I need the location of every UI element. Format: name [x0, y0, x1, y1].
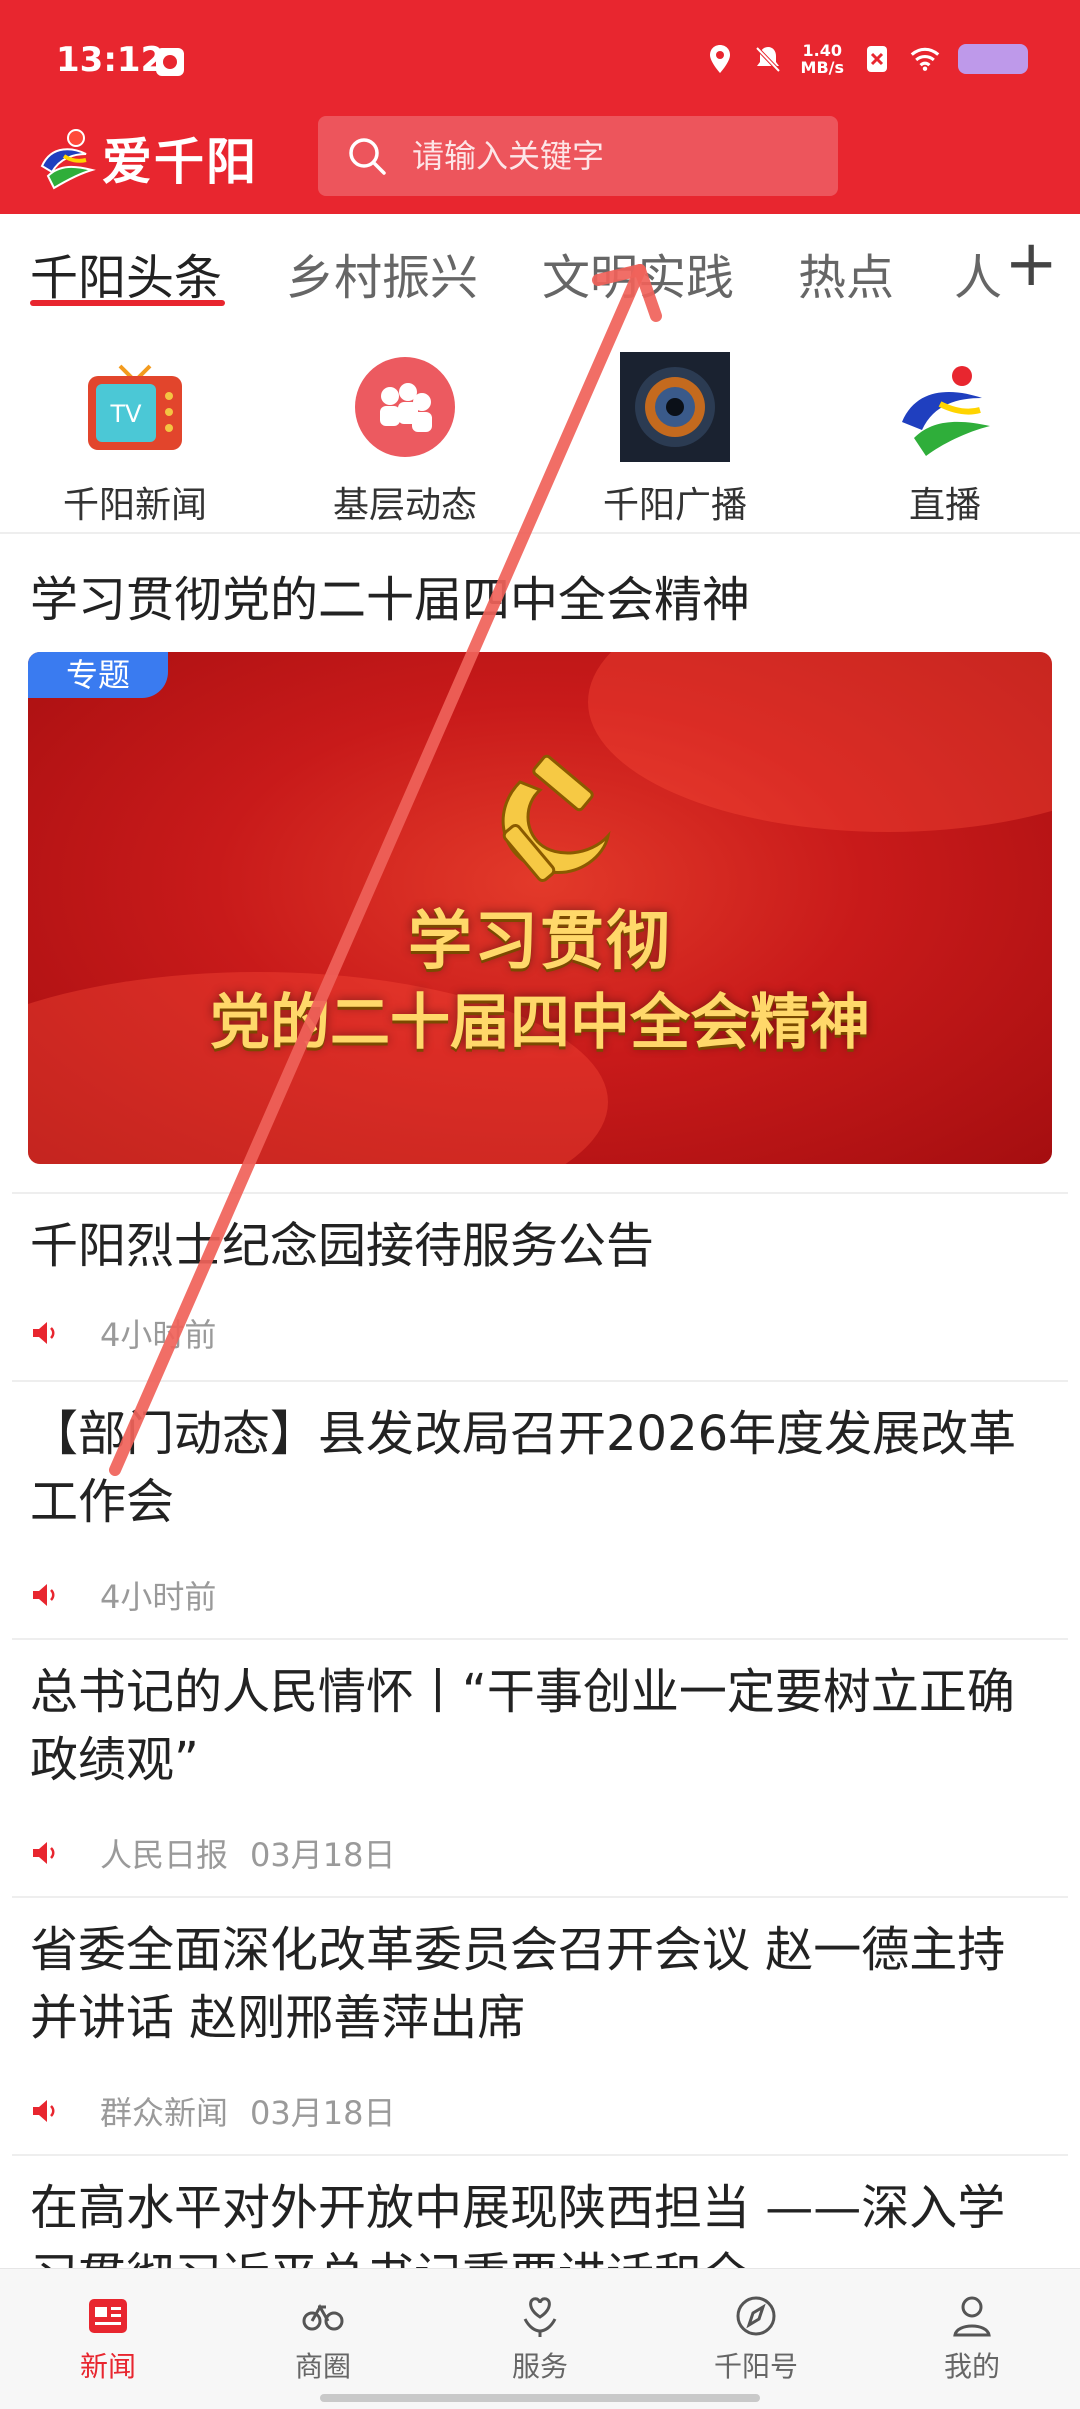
news-meta: 4小时前: [30, 1572, 216, 1618]
nav-services[interactable]: 服务: [470, 2293, 610, 2385]
nav-qianyang-account[interactable]: 千阳号: [686, 2293, 826, 2385]
bicycle-icon: [302, 2303, 344, 2331]
news-title: 省委全面深化改革委员会召开会议 赵一德主持并讲话 赵刚邢善萍出席: [30, 1922, 1006, 2046]
tab-rural-revitalization[interactable]: 乡村振兴: [286, 238, 478, 308]
qianyang-logo-icon: [40, 129, 96, 190]
status-time: 13:12: [56, 40, 165, 80]
search-bar[interactable]: [318, 116, 838, 196]
logo-icon: [902, 366, 990, 456]
camera-lens-icon: [620, 352, 730, 462]
news-time: 03月18日: [250, 1836, 396, 1874]
news-separator: [12, 1638, 1068, 1640]
battery-icon: [958, 44, 1028, 74]
tv-icon: TV: [88, 364, 182, 450]
status-icons: 1.40 MB/s: [705, 42, 1028, 76]
active-tab-indicator: [30, 300, 225, 306]
quick-link-qianyang-news[interactable]: TV 千阳新闻: [35, 340, 235, 528]
nav-news[interactable]: 新闻: [38, 2293, 178, 2385]
quick-link-label: 千阳新闻: [62, 485, 207, 526]
news-time: 03月18日: [250, 2094, 396, 2132]
heart-hand-icon: [523, 2297, 557, 2337]
notification-app-icon: [156, 48, 184, 76]
section-divider: [0, 532, 1080, 534]
news-icon: [89, 2299, 127, 2333]
news-item[interactable]: 总书记的人民情怀丨“干事创业一定要树立正确政绩观” 人民日报 03月18日: [0, 1638, 1080, 1894]
quick-link-label: 直播: [908, 485, 981, 526]
nav-label: 服务: [511, 2350, 568, 2383]
news-separator: [12, 1380, 1068, 1382]
channel-tabs: 千阳头条 乡村振兴 文明实践 热点 人 +: [0, 214, 1080, 324]
news-source: 人民日报: [100, 1836, 229, 1874]
feature-title[interactable]: 学习贯彻党的二十届四中全会精神: [30, 560, 750, 630]
quick-link-qianyang-radio[interactable]: 千阳广播: [575, 340, 775, 528]
news-item[interactable]: 省委全面深化改革委员会召开会议 赵一德主持并讲话 赵刚邢善萍出席 群众新闻 03…: [0, 1896, 1080, 2152]
wifi-icon: [910, 44, 940, 74]
location-icon: [705, 44, 735, 74]
speaker-icon[interactable]: [30, 1318, 60, 1348]
tab-people[interactable]: 人: [954, 238, 1002, 308]
no-sim-icon: [862, 44, 892, 74]
nav-label: 千阳号: [713, 2350, 798, 2383]
svg-text:TV: TV: [109, 400, 142, 428]
news-item[interactable]: 【部门动态】县发改局召开2026年度发展改革工作会 4小时前: [0, 1380, 1080, 1636]
nav-label: 我的: [943, 2350, 1000, 2383]
add-channel-icon[interactable]: +: [1004, 232, 1058, 296]
news-item[interactable]: 千阳烈士纪念园接待服务公告 4小时前: [0, 1192, 1080, 1378]
nav-me[interactable]: 我的: [902, 2293, 1042, 2385]
bottom-navigation: 新闻 商圈 服务 千阳号 我的: [0, 2268, 1080, 2409]
mute-bell-icon: [753, 44, 783, 74]
user-icon: [953, 2296, 991, 2337]
nav-label: 新闻: [79, 2350, 136, 2383]
home-indicator[interactable]: [320, 2394, 760, 2402]
status-bar: 13:12 1.40 MB/s: [0, 0, 1080, 120]
quick-link-label: 千阳广播: [602, 485, 747, 526]
nav-business[interactable]: 商圈: [253, 2293, 393, 2385]
news-time: 4小时前: [100, 1578, 217, 1616]
quick-links: TV 千阳新闻 基层动态 千阳广播 直播: [0, 330, 1080, 530]
people-icon: [355, 357, 455, 457]
news-separator: [12, 1192, 1068, 1194]
speed-value: 1.40: [802, 41, 842, 60]
topic-badge: 专题: [28, 652, 168, 698]
news-meta: 群众新闻 03月18日: [30, 2088, 395, 2134]
network-speed: 1.40 MB/s: [801, 42, 844, 76]
news-separator: [12, 1896, 1068, 1898]
news-meta: 人民日报 03月18日: [30, 1830, 395, 1876]
quick-link-label: 基层动态: [332, 485, 477, 526]
news-source: 群众新闻: [100, 2094, 229, 2132]
speaker-icon[interactable]: [30, 2096, 60, 2126]
tab-civilization-practice[interactable]: 文明实践: [542, 238, 734, 308]
speaker-icon[interactable]: [30, 1838, 60, 1868]
news-meta: 4小时前: [30, 1310, 216, 1356]
banner-line-2: 党的二十届四中全会精神: [210, 988, 870, 1058]
news-title: 在高水平对外开放中展现陕西担当 ——深入学习贯彻习近平总书记重要讲话和全: [30, 2180, 1006, 2268]
news-title: 总书记的人民情怀丨“干事创业一定要树立正确政绩观”: [30, 1664, 1015, 1788]
news-separator: [12, 2154, 1068, 2156]
quick-link-live[interactable]: 直播: [845, 340, 1045, 528]
app-logo[interactable]: 爱千阳: [34, 122, 258, 194]
tab-qianyang-headlines[interactable]: 千阳头条: [30, 238, 222, 308]
banner-wave: [588, 652, 1052, 832]
app-title: 爱千阳: [102, 132, 258, 191]
news-time: 4小时前: [100, 1316, 217, 1354]
feature-banner[interactable]: 专题 学习贯彻 党的二十届四中全会精神: [28, 652, 1052, 1164]
tab-hot[interactable]: 热点: [798, 238, 894, 308]
party-emblem-icon: [501, 754, 611, 882]
nav-label: 商圈: [294, 2350, 351, 2383]
app-header: 13:12 1.40 MB/s 爱千阳 请输入关键字: [0, 0, 1080, 214]
speaker-icon[interactable]: [30, 1580, 60, 1610]
quick-link-grassroots[interactable]: 基层动态: [305, 340, 505, 528]
compass-icon: [736, 2296, 776, 2336]
news-title: 千阳烈士纪念园接待服务公告: [30, 1218, 655, 1274]
search-icon: [349, 138, 386, 175]
search-input[interactable]: [410, 136, 834, 176]
speed-unit: MB/s: [800, 58, 844, 77]
news-item[interactable]: 在高水平对外开放中展现陕西担当 ——深入学习贯彻习近平总书记重要讲话和全: [0, 2154, 1080, 2268]
news-title: 【部门动态】县发改局召开2026年度发展改革工作会: [30, 1406, 1017, 1530]
banner-line-1: 学习贯彻: [408, 904, 672, 979]
